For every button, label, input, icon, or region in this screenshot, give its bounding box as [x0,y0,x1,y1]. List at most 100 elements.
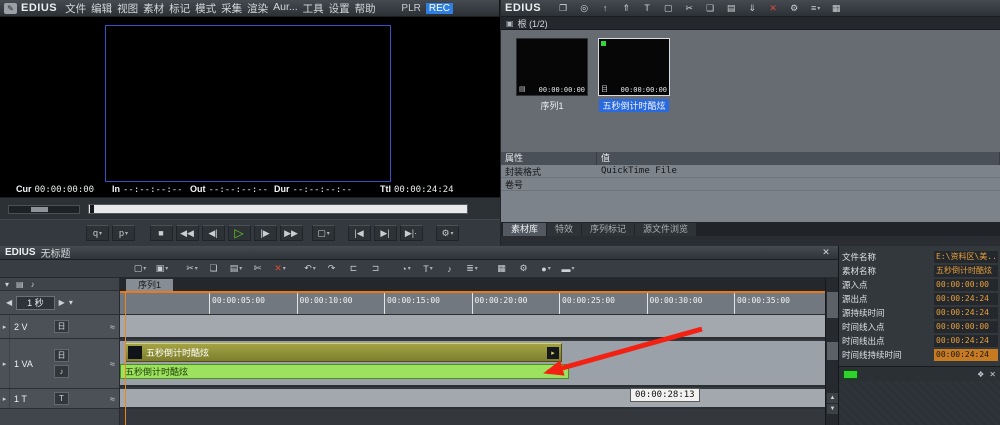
menu-item[interactable]: 模式 [195,1,216,16]
paste-icon[interactable]: ▤ [723,2,740,15]
bin-clip-sequence[interactable]: ▤ 00:00:00:00 序列1 [511,38,593,115]
loop-play-button[interactable]: q▾ [86,225,109,241]
stop-button[interactable]: ■ [150,225,173,241]
speed-play-button[interactable]: p▾ [112,225,135,241]
info-value[interactable]: 00:00:00:00 [934,321,998,333]
export-button[interactable]: ⚙▾ [436,225,459,241]
sequence-tab[interactable]: 序列1 [126,279,173,291]
expand-icon[interactable]: ▸ [0,315,10,338]
property-row[interactable]: 卷号 [501,178,1000,191]
shuttle-thumb[interactable] [31,207,48,212]
track-lane-1va[interactable]: 五秒倒计时酷炫 ▸ 五秒倒计时酷炫 [120,341,825,387]
bin-folder-breadcrumb[interactable]: ▣ 根 (1/2) [501,17,1000,30]
rewind-button[interactable]: ◀◀ [176,225,199,241]
track-header-1va[interactable]: ▸ 1 VA 日 ♪ ≈ [0,339,119,389]
play-button[interactable]: ▷ [228,225,251,241]
clip-thumbnail[interactable]: 目 00:00:00:00 [598,38,670,96]
grid-icon[interactable]: ▤ [16,280,24,289]
goto-out-button[interactable]: ▶| [374,225,397,241]
list-view-icon[interactable]: ≡▾ [807,2,824,15]
palette-icon[interactable]: ❖ [977,370,984,379]
playhead[interactable] [125,291,126,425]
menu-item[interactable]: 编辑 [91,1,112,16]
menu-item[interactable]: 工具 [303,1,324,16]
clip-window-icon[interactable]: ❐ [555,2,572,15]
recorder-mode-indicator[interactable]: REC [426,3,453,14]
clip-name[interactable]: 五秒倒计时酷炫 [599,99,668,112]
properties-column-name[interactable]: 属性 [501,152,597,165]
copy-icon[interactable]: ❏ [204,262,224,276]
timeline-clip-video[interactable]: 五秒倒计时酷炫 ▸ [125,343,562,362]
scale-dropdown-icon[interactable]: ▾ [69,298,73,307]
position-handle[interactable] [90,205,94,213]
copy-icon[interactable]: ❏ [702,2,719,15]
clip-transition-badge[interactable]: ▸ [547,347,559,359]
title-new-icon[interactable]: T [639,2,656,15]
audio-mixer-icon[interactable]: ≣▾ [462,262,482,276]
zoom-in-icon[interactable]: ▶ [59,298,65,307]
up-level-icon[interactable]: ↑ [597,2,614,15]
properties-icon[interactable]: ⚙ [786,2,803,15]
track-lane-2v[interactable] [120,315,825,339]
info-value[interactable]: 00:00:24:24 [934,293,998,305]
cut-icon[interactable]: ✂ [681,2,698,15]
scroll-up-icon[interactable]: ▲ [827,393,838,403]
title-track-icon[interactable]: T [54,392,69,405]
record-icon[interactable]: ●▾ [536,262,556,276]
menu-item[interactable]: Aur... [273,1,298,16]
timeline-scrollbar[interactable]: ▲ ▼ [825,278,838,425]
clip-color-swatch[interactable] [843,370,858,379]
panel-icon[interactable]: ▬▾ [558,262,578,276]
voiceover-icon[interactable]: ♪ [440,262,460,276]
bin-clip-countdown[interactable]: 目 00:00:00:00 五秒倒计时酷炫 [593,38,675,115]
property-row[interactable]: 封装格式QuickTime File [501,165,1000,178]
thumbnail-view-icon[interactable]: ▦ [828,2,845,15]
expand-icon[interactable]: ▸ [0,339,10,388]
chevron-down-icon[interactable]: ▾ [5,280,9,289]
info-value[interactable]: 00:00:24:24 [934,349,998,361]
set-out-icon[interactable]: ⊐ [366,262,386,276]
audio-mute-icon[interactable]: ♪ [54,365,69,378]
next-edit-button[interactable]: ▶|· [400,225,423,241]
properties-column-value[interactable]: 值 [597,152,1000,165]
position-bar[interactable] [88,204,468,214]
scrollbar-thumb[interactable] [827,292,838,318]
redo-icon[interactable]: ↷ [322,262,342,276]
menu-item[interactable]: 视图 [117,1,138,16]
info-value[interactable]: 00:00:24:24 [934,307,998,319]
play-around-button[interactable]: ▢▾ [312,225,335,241]
expand-icon[interactable]: ▸ [0,389,10,408]
menu-item[interactable]: 渲染 [247,1,268,16]
rubberband-icon[interactable]: ≈ [110,359,115,369]
settings-icon[interactable]: ⚙ [514,262,534,276]
goto-in-button[interactable]: |◀ [348,225,371,241]
undo-icon[interactable]: ↶▾ [300,262,320,276]
next-frame-button[interactable]: |▶ [254,225,277,241]
title-icon[interactable]: T▾ [418,262,438,276]
fast-forward-button[interactable]: ▶▶ [280,225,303,241]
rubberband-icon[interactable]: ≈ [110,322,115,332]
cut-icon[interactable]: ✂▾ [182,262,202,276]
paste-icon[interactable]: ▤▾ [226,262,246,276]
speaker-icon[interactable]: ♪ [31,280,35,289]
capture-icon[interactable]: ⇓ [744,2,761,15]
previous-frame-button[interactable]: ◀| [202,225,225,241]
clip-thumbnail[interactable]: ▤ 00:00:00:00 [516,38,588,96]
delete-icon[interactable]: ✕ [765,2,782,15]
timeline-ruler[interactable]: 00:00:05:0000:00:10:0000:00:15:0000:00:2… [120,291,825,315]
menu-item[interactable]: 标记 [169,1,190,16]
pattern-icon[interactable]: ▦ [492,262,512,276]
scroll-down-icon[interactable]: ▼ [827,404,838,414]
timeline-clip-audio[interactable]: 五秒倒计时酷炫 [120,364,569,379]
info-value[interactable]: E:\资料区\美... [934,251,998,263]
close-icon[interactable]: ✕ [819,247,833,258]
zoom-out-icon[interactable]: ◀ [6,298,12,307]
info-value[interactable]: 五秒倒计时酷炫 [934,265,998,277]
save-icon[interactable]: ▣▾ [152,262,172,276]
menu-item[interactable]: 文件 [65,1,86,16]
monitor-icon[interactable]: ▢ [660,2,677,15]
bin-tab[interactable]: 序列标记 [582,223,634,236]
bin-tab[interactable]: 特效 [547,223,581,236]
video-mute-icon[interactable]: 日 [54,320,69,333]
track-lane-1t[interactable] [120,389,825,409]
